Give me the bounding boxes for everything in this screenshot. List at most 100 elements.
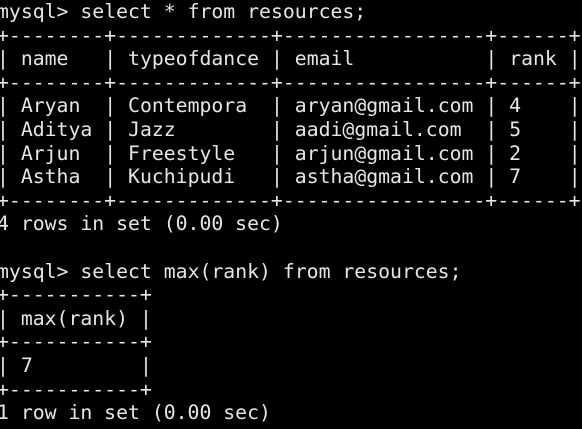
table-cell: Aryan xyxy=(20,94,81,118)
table-cell: aryan@gmail.com xyxy=(294,94,474,118)
padding xyxy=(521,94,569,117)
result-footer: 4 rows in set (0.00 sec) xyxy=(0,212,581,236)
column-header: rank xyxy=(509,47,557,71)
separator: | xyxy=(0,117,9,141)
padding xyxy=(80,142,104,165)
table-cell: aadi@gmail.com xyxy=(294,117,462,141)
table-cell: 4 xyxy=(509,94,522,118)
footer-text: 4 rows in set (0.00 sec) xyxy=(0,212,283,236)
table-row: | Aditya | Jazz | aadi@gmail.com | 5 | xyxy=(0,118,581,142)
table-cell: Arjun xyxy=(20,141,81,165)
separator: | xyxy=(485,94,510,118)
padding xyxy=(521,118,569,141)
border: +--------+-------------+----------------… xyxy=(0,70,581,94)
separator: | xyxy=(104,47,129,71)
separator: | xyxy=(270,117,295,141)
column-header: email xyxy=(294,47,355,71)
padding xyxy=(176,118,271,141)
separator: | xyxy=(104,141,129,165)
table-border: +-----------+ xyxy=(0,330,581,354)
separator: | xyxy=(270,165,295,189)
command-line: mysql> select max(rank) from resources; xyxy=(0,260,581,284)
border: +--------+-------------+----------------… xyxy=(0,188,581,212)
table-border: +-----------+ xyxy=(0,283,581,307)
separator: | xyxy=(139,353,152,377)
column-header: typeofdance xyxy=(128,47,260,71)
table-row: | Aryan | Contempora | aryan@gmail.com |… xyxy=(0,94,581,118)
table-cell: arjun@gmail.com xyxy=(294,141,474,165)
separator: | xyxy=(568,47,581,71)
padding xyxy=(235,142,271,165)
separator: | xyxy=(485,47,510,71)
padding xyxy=(128,307,140,330)
separator: | xyxy=(270,141,295,165)
padding xyxy=(235,165,271,188)
table-border: +--------+-------------+----------------… xyxy=(0,24,581,48)
table-cell: Kuchipudi xyxy=(128,165,236,189)
table-border: +--------+-------------+----------------… xyxy=(0,71,581,95)
padding xyxy=(68,47,104,70)
table-border: +--------+-------------+----------------… xyxy=(0,189,581,213)
separator: | xyxy=(568,117,581,141)
border: +--------+-------------+----------------… xyxy=(0,23,581,47)
separator: | xyxy=(485,165,510,189)
table-cell: Jazz xyxy=(128,117,176,141)
separator: | xyxy=(270,94,295,118)
table-cell: Aditya xyxy=(20,117,93,141)
padding xyxy=(80,94,104,117)
table-row: | Astha | Kuchipudi | astha@gmail.com | … xyxy=(0,165,581,189)
command-text: select max(rank) from resources; xyxy=(80,259,462,283)
separator: | xyxy=(0,141,9,165)
table-header-row: | max(rank) | xyxy=(0,307,581,331)
separator: | xyxy=(485,117,510,141)
padding xyxy=(33,354,140,377)
padding xyxy=(473,142,485,165)
separator: | xyxy=(0,47,9,71)
prompt: mysql> xyxy=(0,0,69,23)
column-header: name xyxy=(20,47,69,71)
table-cell: 7 xyxy=(20,353,33,377)
footer-text: 1 row in set (0.00 sec) xyxy=(0,401,271,425)
table-cell: 5 xyxy=(509,117,522,141)
padding xyxy=(80,165,104,188)
separator: | xyxy=(0,165,9,189)
table-cell: Contempora xyxy=(128,94,248,118)
padding xyxy=(92,118,104,141)
padding xyxy=(521,142,569,165)
separator: | xyxy=(104,94,129,118)
table-cell: Freestyle xyxy=(128,141,236,165)
border: +-----------+ xyxy=(0,377,152,401)
command-text: select * from resources; xyxy=(80,0,367,23)
table-row: | 7 | xyxy=(0,354,581,378)
separator: | xyxy=(139,306,152,330)
separator: | xyxy=(0,94,9,118)
padding xyxy=(557,47,569,70)
separator: | xyxy=(568,94,581,118)
padding xyxy=(473,94,485,117)
terminal-output: mysql> select * from resources; +--------… xyxy=(0,0,581,425)
border: +-----------+ xyxy=(0,283,152,307)
padding xyxy=(521,165,569,188)
result-footer: 1 row in set (0.00 sec) xyxy=(0,401,581,425)
padding xyxy=(247,94,271,117)
separator: | xyxy=(568,165,581,189)
table-cell: astha@gmail.com xyxy=(294,165,474,189)
separator: | xyxy=(568,141,581,165)
table-header-row: | name | typeofdance | email | rank | xyxy=(0,47,581,71)
padding xyxy=(354,47,485,70)
table-cell: Astha xyxy=(20,165,81,189)
padding xyxy=(473,165,485,188)
table-cell: 2 xyxy=(509,141,522,165)
separator: | xyxy=(485,141,510,165)
table-border: +-----------+ xyxy=(0,378,581,402)
prompt: mysql> xyxy=(0,259,69,283)
command-line: mysql> select * from resources; xyxy=(0,0,581,24)
table-cell: 7 xyxy=(509,165,522,189)
separator: | xyxy=(0,353,9,377)
table-row: | Arjun | Freestyle | arjun@gmail.com | … xyxy=(0,142,581,166)
separator: | xyxy=(104,165,129,189)
separator: | xyxy=(270,47,295,71)
